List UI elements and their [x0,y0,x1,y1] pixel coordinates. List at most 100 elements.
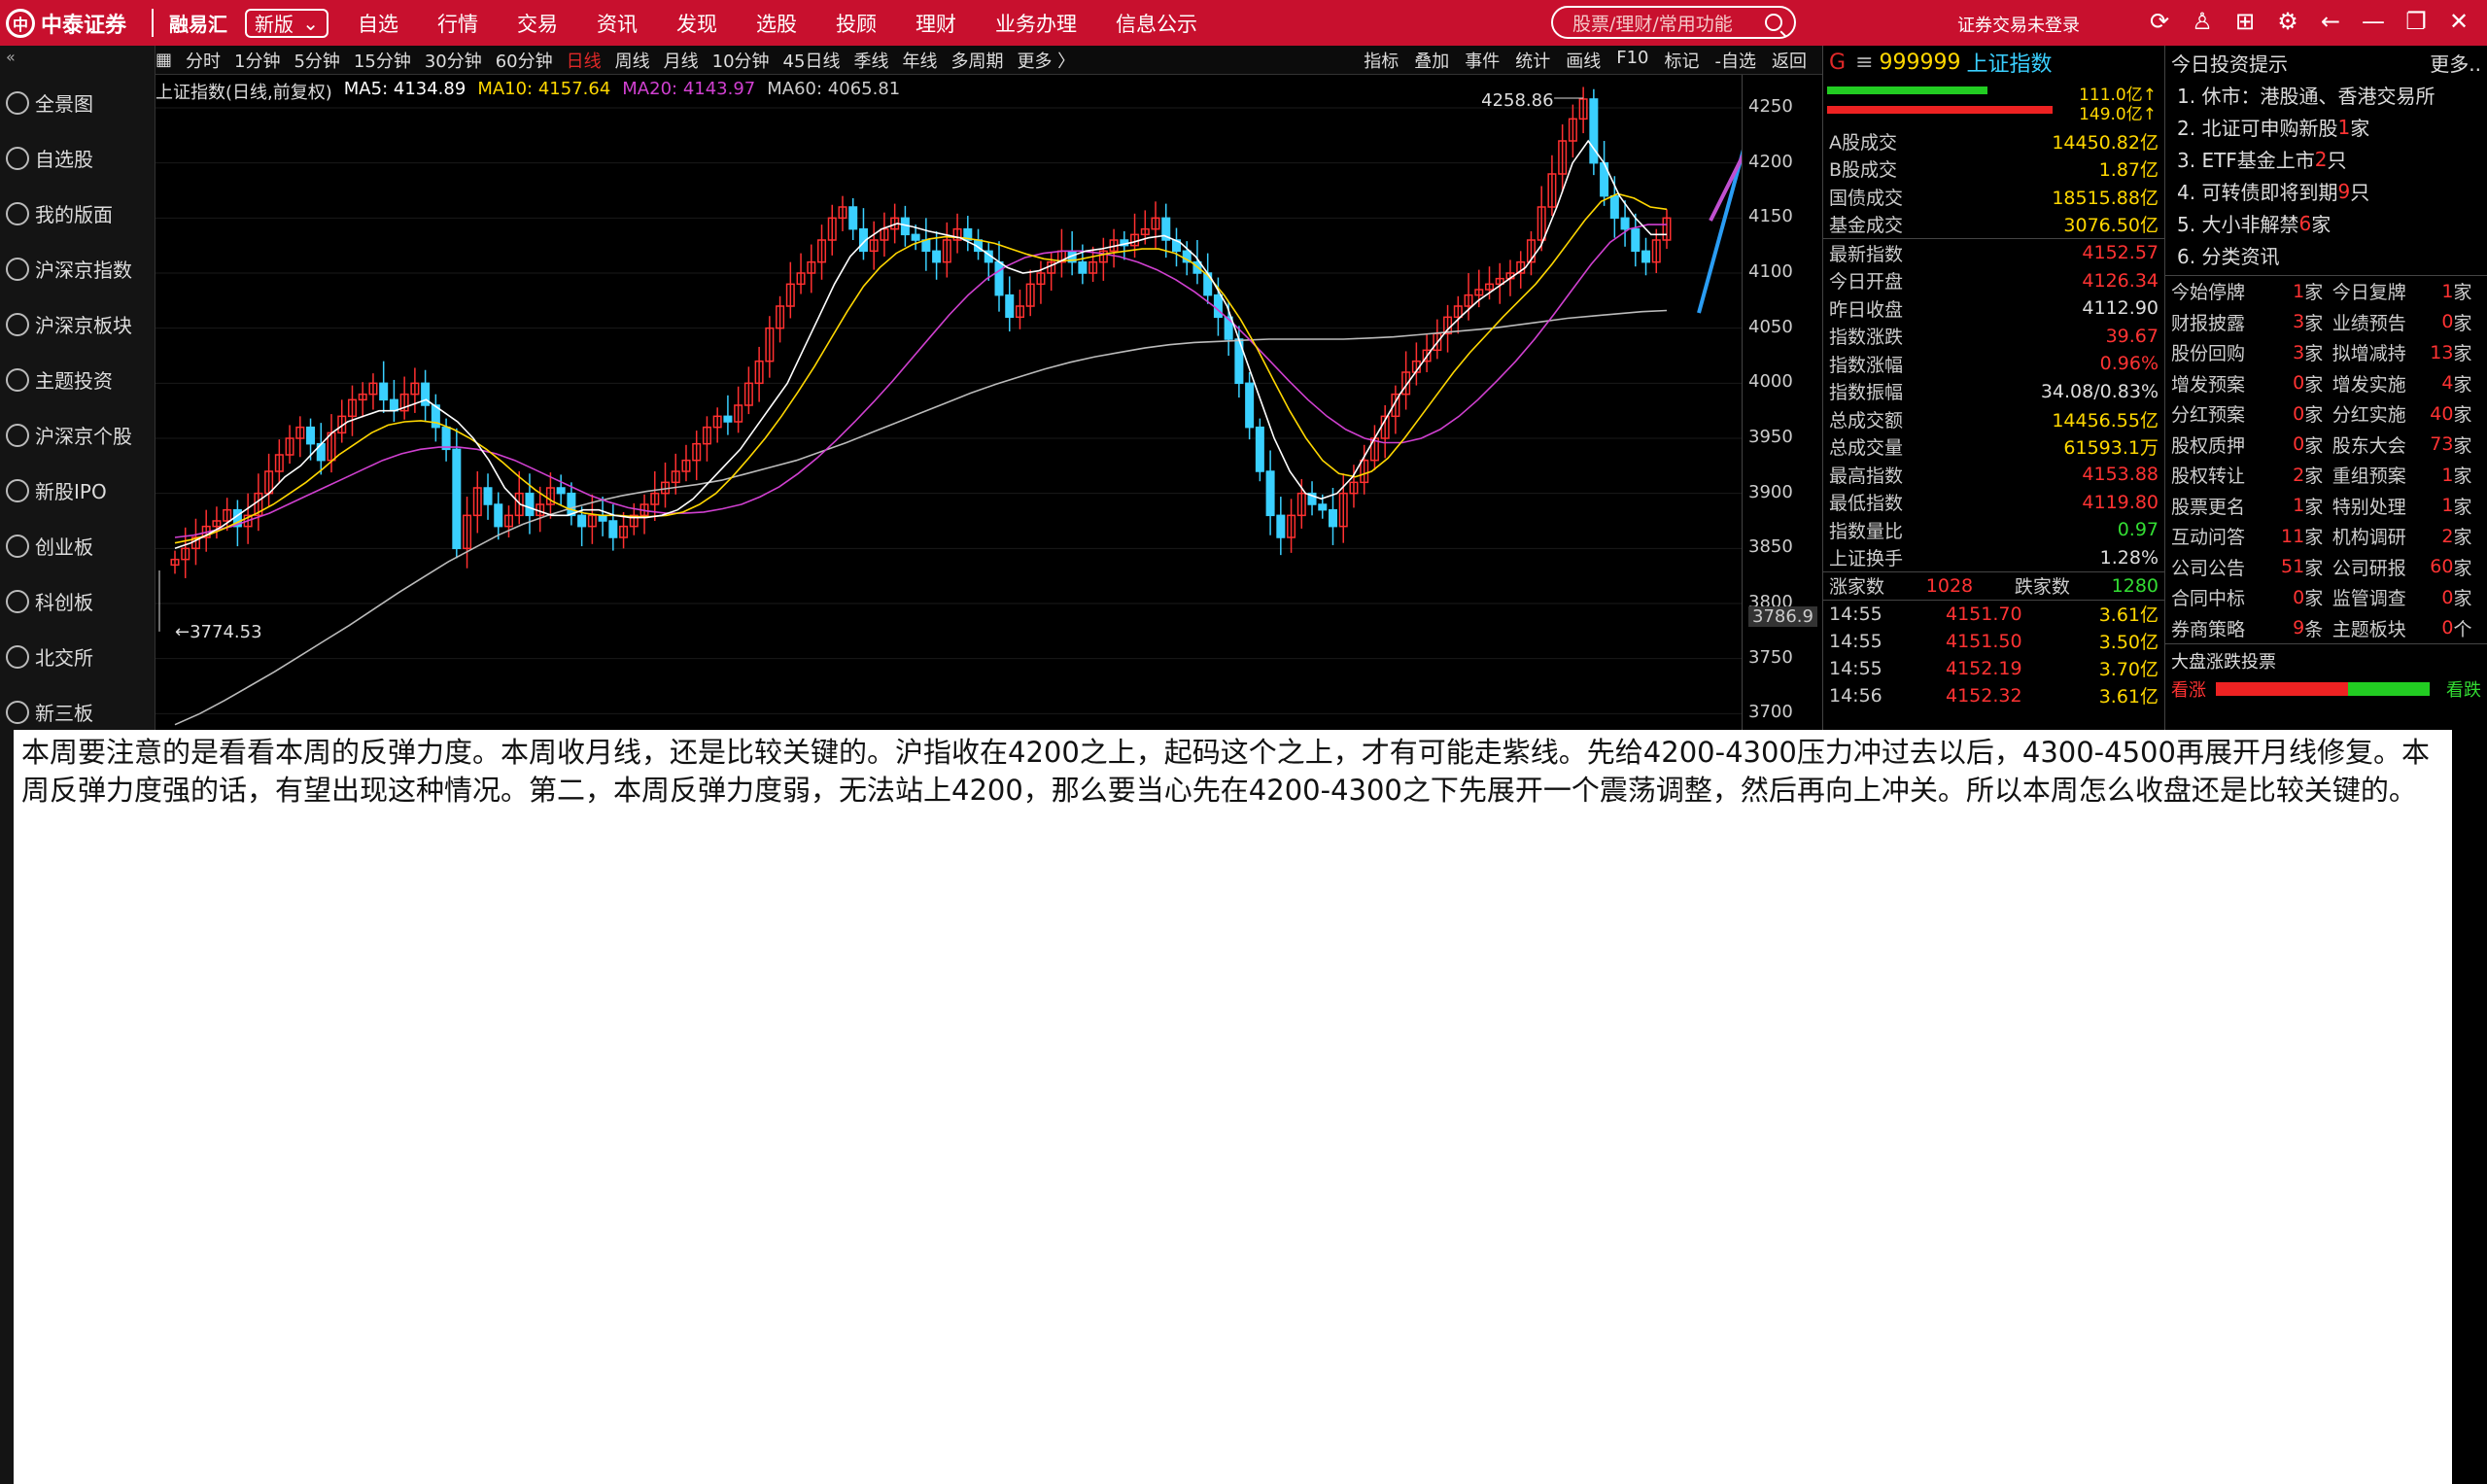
menu-item[interactable]: 发现 [676,9,717,38]
period-tab[interactable]: 季线 [853,48,888,73]
period-tab[interactable]: 周线 [615,48,650,73]
cursor-price-label: 3786.9 [1748,605,1817,627]
sidebar-item[interactable]: 新股IPO [0,463,155,518]
period-tab[interactable]: 分时 [186,48,221,73]
sidebar-item[interactable]: 自选股 [0,130,155,186]
candle-body [921,239,931,253]
event-row[interactable]: 今始停牌 1 家今日复牌 1 家 [2165,276,2487,307]
login-status[interactable]: 证券交易未登录 [1957,12,2080,37]
candle-body [556,487,566,495]
period-tab[interactable]: 1分钟 [234,48,280,73]
event-name: 合同中标 [2171,588,2246,610]
restore-icon[interactable]: ❐ [2395,8,2437,35]
event-row[interactable]: 股份回购 3 家拟增减持 13 家 [2165,337,2487,368]
capital-flow-bars: 111.0亿↑ 149.0亿↑ [1823,79,2164,127]
menu-icon[interactable]: ≡ [1855,51,1873,75]
tip-item[interactable]: 4. 可转债即将到期 9 只 [2165,175,2487,207]
ma10-label: MA10: 4157.64 [477,79,611,99]
menu-item[interactable]: 自选 [358,9,398,38]
period-tab[interactable]: 日线 [567,48,602,73]
tips-more-link[interactable]: 更多.. [2430,49,2481,77]
nav-icon [6,644,29,669]
menu-item[interactable]: 投顾 [836,9,877,38]
event-count: 0 [2293,586,2305,608]
back-icon[interactable]: ← [2309,8,2352,35]
sidebar-item[interactable]: 主题投资 [0,352,155,407]
menu-item[interactable]: 行情 [437,9,478,38]
period-tab[interactable]: 年线 [902,48,937,73]
period-tab[interactable]: 15分钟 [354,48,411,73]
event-row[interactable]: 互动问答 11 家机构调研 2 家 [2165,521,2487,552]
grid-toggle-icon[interactable]: ▦ [155,50,172,70]
search-icon[interactable] [1765,14,1782,31]
grid-icon[interactable]: ⊞ [2224,8,2266,35]
sidebar-item[interactable]: 沪深京指数 [0,241,155,296]
stat-row: 今日开盘 4126.34 [1823,267,2164,295]
chart-tool-button[interactable]: 标记 [1665,48,1700,73]
sidebar-item[interactable]: 我的版面 [0,186,155,241]
tip-item[interactable]: 5. 大小非解禁 6 家 [2165,207,2487,239]
event-row[interactable]: 财报披露 3 家业绩预告 0 家 [2165,307,2487,338]
menu-item[interactable]: 理财 [915,9,956,38]
refresh-icon[interactable]: ⟳ [2138,8,2181,35]
tick-time: 14:55 [1829,630,1883,652]
settings-icon[interactable]: ⚙ [2266,8,2309,35]
event-row[interactable]: 股票更名 1 家特别处理 1 家 [2165,491,2487,522]
event-row[interactable]: 合同中标 0 家监管调查 0 家 [2165,582,2487,613]
event-row[interactable]: 增发预案 0 家增发实施 4 家 [2165,368,2487,399]
chart-tool-button[interactable]: 画线 [1566,48,1601,73]
collapse-icon[interactable]: « [0,46,155,75]
period-tab[interactable]: 多周期 [950,48,1003,73]
period-tab[interactable]: 45日线 [783,48,841,73]
sidebar-item-label: 沪深京指数 [35,259,132,282]
tip-item[interactable]: 1. 休市：港股通、香港交易所 [2165,79,2487,111]
chart-tool-button[interactable]: 统计 [1515,48,1550,73]
menu-item[interactable]: 资讯 [597,9,638,38]
chart-tool-button[interactable]: 指标 [1364,48,1399,73]
period-tab[interactable]: 60分钟 [496,48,553,73]
event-row[interactable]: 股权质押 0 家股东大会 73 家 [2165,430,2487,461]
event-row[interactable]: 券商策略 9 条主题板块 0 个 [2165,613,2487,644]
event-unit: 条 [2304,618,2324,640]
menu-item[interactable]: 交易 [517,9,558,38]
chart-toolbar: ▦ 分时 1分钟 5分钟 15分钟 30分钟 60分钟 日线 周线 月线 10分钟 45日线 季线 年线… [155,46,1822,75]
sidebar-item[interactable]: 沪深京板块 [0,296,155,352]
period-tab[interactable]: 月线 [664,48,699,73]
shirt-icon[interactable]: ♙ [2181,8,2224,35]
minimize-icon[interactable]: — [2352,8,2395,35]
tip-unit: 家 [2350,117,2370,140]
close-icon[interactable]: ✕ [2437,8,2480,35]
chart-tool-button[interactable]: 叠加 [1414,48,1449,73]
stat-label: 指数量比 [1829,520,1904,542]
tip-item[interactable]: 6. 分类资讯 [2165,239,2487,271]
tip-item[interactable]: 2. 北证可申购新股 1 家 [2165,111,2487,143]
tip-item[interactable]: 3. ETF基金上市 2 只 [2165,143,2487,175]
menu-item[interactable]: 信息公示 [1116,9,1197,38]
sidebar-item[interactable]: 北交所 [0,629,155,684]
chart-tool-button[interactable]: 事件 [1465,48,1500,73]
kline-chart[interactable]: 4258.86 ←3774.53 上证指数(日线,前复权) MA5: 4134.8… [155,75,1822,736]
sidebar-item[interactable]: 沪深京个股 [0,407,155,463]
index-stats: 最新指数 4152.57 今日开盘 4126.34 昨日收盘 4112.90 指数涨跌 39.… [1823,238,2164,571]
sidebar-item[interactable]: 科创板 [0,573,155,629]
sidebar-item[interactable]: 全景图 [0,75,155,130]
chart-tool-button[interactable]: 返回 [1772,48,1807,73]
chart-tool-button[interactable]: -自选 [1715,48,1757,73]
period-tab[interactable]: 更多 〉 [1017,48,1075,73]
vote-bar[interactable]: 看涨 看跌 [2165,676,2487,701]
inflow-bar [1827,86,1987,94]
menu-item[interactable]: 选股 [756,9,797,38]
version-select[interactable]: 新版 ⌄ [245,8,329,38]
event-row[interactable]: 公司公告 51 家公司研报 60 家 [2165,552,2487,583]
candle-body [994,260,1004,296]
period-tab[interactable]: 10分钟 [712,48,770,73]
chart-tool-button[interactable]: F10 [1616,48,1648,73]
event-row[interactable]: 分红预案 0 家分红实施 40 家 [2165,398,2487,430]
search-input[interactable]: 股票/理财/常用功能 [1551,6,1796,39]
sidebar-item[interactable]: 创业板 [0,518,155,573]
stat-label: 最高指数 [1829,465,1904,487]
menu-item[interactable]: 业务办理 [995,9,1077,38]
period-tab[interactable]: 30分钟 [425,48,482,73]
event-row[interactable]: 股权转让 2 家重组预案 1 家 [2165,460,2487,491]
period-tab[interactable]: 5分钟 [294,48,339,73]
